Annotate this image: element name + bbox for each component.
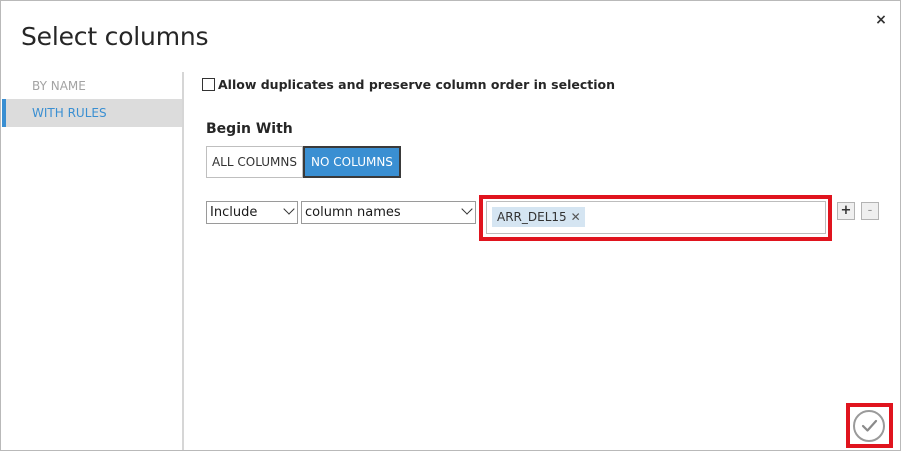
ok-button[interactable]	[853, 410, 885, 442]
add-rule-button[interactable]: +	[837, 202, 855, 220]
allow-duplicates-option[interactable]: Allow duplicates and preserve column ord…	[202, 75, 615, 93]
column-tag: ARR_DEL15 ✕	[492, 207, 585, 227]
rule-type-dropdown[interactable]: column names	[301, 201, 476, 224]
chevron-down-icon	[461, 203, 473, 215]
select-columns-dialog: Select columns × BY NAME WITH RULES Allo…	[0, 0, 901, 451]
remove-rule-button[interactable]: -	[861, 202, 879, 220]
chevron-down-icon	[283, 203, 295, 215]
begin-with-label: Begin With	[206, 121, 293, 137]
all-columns-button[interactable]: ALL COLUMNS	[206, 146, 303, 178]
close-icon[interactable]: ×	[873, 11, 889, 29]
sidebar-item-with-rules[interactable]: WITH RULES	[2, 99, 182, 127]
no-columns-button[interactable]: NO COLUMNS	[303, 146, 401, 178]
column-names-input[interactable]: ARR_DEL15 ✕	[486, 201, 826, 234]
dialog-title: Select columns	[21, 22, 209, 51]
rule-type-dropdown-value: column names	[305, 205, 401, 220]
include-dropdown[interactable]: Include	[206, 201, 298, 224]
allow-duplicates-label: Allow duplicates and preserve column ord…	[218, 76, 615, 92]
sidebar-divider	[182, 72, 184, 450]
sidebar: BY NAME WITH RULES	[2, 72, 182, 450]
column-tag-label: ARR_DEL15	[497, 210, 567, 224]
allow-duplicates-checkbox[interactable]	[202, 77, 215, 91]
sidebar-item-by-name[interactable]: BY NAME	[2, 72, 182, 100]
include-dropdown-value: Include	[210, 205, 258, 220]
checkmark-icon	[861, 419, 878, 432]
remove-tag-icon[interactable]: ✕	[571, 207, 581, 227]
